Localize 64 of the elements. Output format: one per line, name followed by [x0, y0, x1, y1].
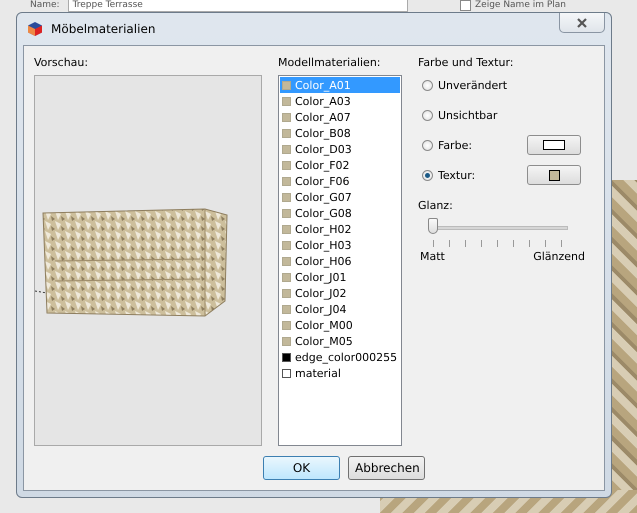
radio-label: Textur: — [438, 168, 476, 182]
window-title: Möbelmaterialien — [51, 22, 156, 36]
cube-icon — [27, 21, 43, 37]
material-item[interactable]: Color_H02 — [280, 221, 400, 237]
material-name: Color_J02 — [295, 286, 346, 300]
material-item[interactable]: Color_J01 — [280, 269, 400, 285]
material-name: Color_F06 — [295, 174, 350, 188]
checkbox[interactable] — [460, 0, 471, 11]
min-label: Matt — [420, 250, 445, 263]
material-name: Color_M05 — [295, 334, 353, 348]
material-name: Color_G08 — [295, 206, 352, 220]
radio-label: Unsichtbar — [438, 108, 498, 122]
color-picker-button[interactable] — [527, 135, 581, 155]
material-name: edge_color000255 — [295, 350, 398, 364]
material-item[interactable]: Color_M05 — [280, 333, 400, 349]
material-name: Color_M00 — [295, 318, 353, 332]
checkbox-label: Zeige Name im Plan — [475, 0, 566, 11]
material-name: Color_H02 — [295, 222, 352, 236]
material-item[interactable]: Color_H06 — [280, 253, 400, 269]
material-item[interactable]: Color_A03 — [280, 93, 400, 109]
material-item[interactable]: Color_G07 — [280, 189, 400, 205]
material-name: Color_J01 — [295, 270, 346, 284]
material-name: Color_H06 — [295, 254, 352, 268]
radio-button[interactable] — [422, 170, 433, 180]
material-name: material — [295, 366, 341, 380]
material-name: Color_B08 — [295, 126, 351, 140]
radio-button[interactable] — [422, 80, 433, 90]
material-name: Color_G07 — [295, 190, 352, 204]
gloss-label: Glanz: — [418, 199, 454, 212]
materials-label: Modellmaterialien: — [278, 56, 382, 69]
material-name: Color_A01 — [295, 78, 351, 92]
material-name: Color_D03 — [295, 142, 352, 156]
max-label: Glänzend — [533, 250, 585, 263]
material-name: Color_A07 — [295, 110, 351, 124]
close-icon — [576, 18, 588, 28]
slider-thumb[interactable] — [428, 218, 438, 234]
material-item[interactable]: Color_H03 — [280, 237, 400, 253]
material-item[interactable]: Color_J04 — [280, 301, 400, 317]
radio-label: Farbe: — [438, 138, 474, 152]
material-item[interactable]: material — [280, 365, 400, 381]
radio-label: Unverändert — [438, 78, 508, 92]
material-item[interactable]: edge_color000255 — [280, 349, 400, 365]
material-item[interactable]: Color_J02 — [280, 285, 400, 301]
dialog-button[interactable]: Abbrechen — [348, 456, 425, 480]
name-label: Name: — [30, 0, 60, 11]
preview-label: Vorschau: — [34, 56, 90, 69]
radio-button[interactable] — [422, 110, 433, 120]
color-texture-label: Farbe und Textur: — [418, 56, 515, 69]
radio-button[interactable] — [422, 140, 433, 150]
material-name: Color_J04 — [295, 302, 346, 316]
material-item[interactable]: Color_M00 — [280, 317, 400, 333]
material-name: Color_F02 — [295, 158, 350, 172]
dialog-button[interactable]: OK — [263, 456, 340, 480]
material-item[interactable]: Color_F02 — [280, 157, 400, 173]
texture-picker-button[interactable] — [527, 165, 581, 185]
material-item[interactable]: Color_G08 — [280, 205, 400, 221]
material-item[interactable]: Color_A07 — [280, 109, 400, 125]
name-field[interactable]: Treppe Terrasse — [68, 0, 408, 12]
material-item[interactable]: Color_F06 — [280, 173, 400, 189]
close-button[interactable] — [559, 13, 605, 33]
material-name: Color_A03 — [295, 94, 351, 108]
material-name: Color_H03 — [295, 238, 352, 252]
material-item[interactable]: Color_B08 — [280, 125, 400, 141]
material-item[interactable]: Color_D03 — [280, 141, 400, 157]
